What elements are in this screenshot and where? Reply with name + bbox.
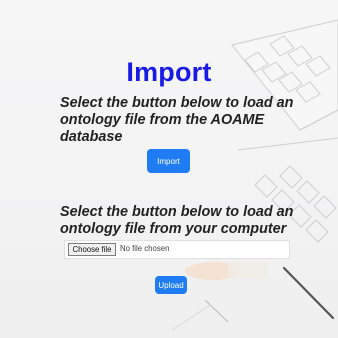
page-title: Import	[126, 57, 212, 87]
upload-button[interactable]: Upload	[155, 276, 187, 294]
choose-file-button[interactable]: Choose file	[68, 243, 116, 256]
file-status-text: No file chosen	[120, 244, 170, 253]
file-input[interactable]: Choose file No file chosen	[64, 240, 290, 259]
import-button[interactable]: Import	[147, 149, 190, 173]
database-import-instruction: Select the button below to load an ontol…	[60, 95, 294, 145]
import-page: Import Select the button below to load a…	[0, 0, 338, 338]
local-upload-instruction: Select the button below to load an ontol…	[60, 204, 294, 237]
